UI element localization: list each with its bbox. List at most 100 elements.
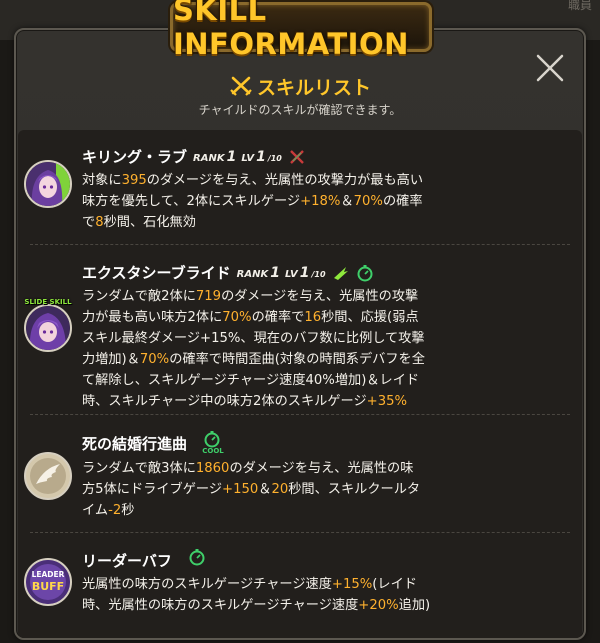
skill-name-row: リーダーバフ — [82, 548, 206, 571]
skill-description: 対象に395のダメージを与え、光属性の攻撃力が最も高い 味方を優先して、2体にスキ… — [82, 170, 474, 233]
highlight-value: 8 — [95, 215, 104, 230]
rank-label: RANK — [193, 152, 225, 164]
highlight-value: 1860 — [195, 461, 230, 476]
stopwatch-icon — [357, 264, 373, 281]
skill-description: ランダムで敵2体に719のダメージを与え、光属性の攻撃 力が最も高い味方2体に70… — [82, 286, 474, 412]
skill-name: キリング・ラブ — [82, 148, 188, 166]
highlight-value: -2 — [108, 503, 122, 518]
divider — [30, 244, 570, 245]
description-line: 時、スキルチャージ中の味方2体のスキルゲージ+35% — [82, 391, 474, 412]
slide-skill-badge: SLIDE SKILL — [24, 298, 72, 306]
description-text: 光属性の味方のスキルゲージチャージ速度 — [82, 577, 332, 592]
skill-icon-wing — [24, 452, 72, 500]
description-line: 力増加)＆70%の確率で時間歪曲(対象の時間系デバフを全 — [82, 349, 474, 370]
description-line: て解除し、スキルゲージチャージ速度40%増加)＆レイド — [82, 370, 474, 391]
rank-label: RANK — [236, 268, 269, 280]
description-line: ランダムで敵2体に719のダメージを与え、光属性の攻撃 — [82, 286, 474, 307]
highlight-value: 70% — [353, 194, 383, 209]
description-text: 時、スキルチャージ中の味方2体のスキルゲージ — [82, 394, 367, 409]
highlight-value: +150 — [222, 482, 259, 497]
highlight-value: 20 — [271, 482, 289, 497]
description-line: スキル最終ダメージ+15%、現在のバフ数に比例して攻撃 — [82, 328, 474, 349]
cool-label: COOL — [202, 447, 224, 455]
description-text: で — [82, 215, 96, 230]
description-text: 追加) — [398, 598, 431, 613]
description-text: 秒間、石化無効 — [103, 215, 196, 230]
rank-level: RANK 1 LV 1 /10 — [193, 149, 282, 165]
description-text: 力増加)＆ — [82, 352, 140, 367]
lv-label: LV — [241, 152, 255, 164]
description-line: 時、光属性の味方のスキルゲージチャージ速度+20%追加) — [82, 595, 474, 616]
skill-item[interactable]: SLIDE SKILL エクスタシーブライド RANK 1 LV 1 /10 ラ… — [18, 246, 582, 412]
description-text: 秒 — [121, 503, 135, 518]
section-title: スキルリスト — [256, 76, 371, 99]
rank-level: RANK 1 LV 1 /10 — [237, 265, 326, 281]
lv-value: 1 — [299, 264, 310, 281]
description-text: ＆ — [258, 482, 272, 497]
section-subtitle: チャイルドのスキルが確認できます。 — [198, 103, 402, 117]
skill-item[interactable]: 死の結婚行進曲 COOL ランダムで敵3体に1860のダメージを与え、光属性の味… — [18, 418, 582, 530]
crossed-swords-icon — [230, 76, 252, 96]
description-text: 方5体にドライブゲージ — [82, 482, 223, 497]
skill-list[interactable]: キリング・ラブ RANK 1 LV 1 /10 対象に395のダメージを与え、光… — [18, 130, 582, 638]
description-text: イム — [82, 503, 109, 518]
stopwatch-icon — [189, 548, 205, 565]
highlight-value: +18% — [300, 194, 341, 209]
skill-name: 死の結婚行進曲 — [82, 434, 188, 453]
highlight-value: 70% — [139, 352, 170, 367]
corner-text: 職員 — [567, 0, 592, 12]
buff-label: BUFF — [31, 580, 65, 593]
description-text: のダメージを与え、光属性の味 — [229, 461, 414, 476]
description-text: 対象に — [82, 173, 122, 188]
skill-name-row: エクスタシーブライド RANK 1 LV 1 /10 — [82, 262, 374, 283]
leader-buff-icon: LEADER BUFF — [24, 558, 72, 606]
description-text: ランダムで敵2体に — [82, 289, 196, 304]
highlight-value: 70% — [222, 310, 252, 325]
description-line: 方5体にドライブゲージ+150＆20秒間、スキルクールタ — [82, 479, 474, 500]
highlight-value: +35% — [366, 394, 408, 409]
description-text: スキル最終ダメージ+15%、現在のバフ数に比例して攻撃 — [82, 331, 425, 346]
highlight-value: +15% — [331, 577, 373, 592]
highlight-value: 16 — [304, 310, 322, 325]
skill-name-row: キリング・ラブ RANK 1 LV 1 /10 — [82, 146, 306, 167]
description-line: イム-2秒 — [82, 500, 474, 521]
leader-label: LEADER — [31, 570, 65, 579]
description-text: 時、光属性の味方のスキルゲージチャージ速度 — [82, 598, 359, 613]
description-text: 味方を優先して、2体にスキルゲージ — [82, 194, 301, 209]
wing-arrow-icon — [333, 266, 348, 280]
lv-max: /10 — [267, 153, 282, 163]
highlight-value: 719 — [195, 289, 222, 304]
divider — [30, 414, 570, 415]
description-text: の確率で — [251, 310, 305, 325]
description-text: のダメージを与え、光属性の攻撃 — [221, 289, 419, 304]
description-text: ランダムで敵3体に — [82, 461, 196, 476]
skill-name: エクスタシーブライド — [82, 264, 231, 282]
highlight-value: +20% — [358, 598, 399, 613]
crossed-swords-icon — [290, 149, 304, 164]
description-line: 光属性の味方のスキルゲージチャージ速度+15%(レイド — [82, 574, 474, 595]
description-text: 秒間、応援(弱点 — [321, 310, 419, 325]
skill-description: 光属性の味方のスキルゲージチャージ速度+15%(レイド 時、光属性の味方のスキルゲ… — [82, 574, 474, 616]
description-text: の確率 — [382, 194, 423, 209]
description-line: で8秒間、石化無効 — [82, 212, 474, 233]
description-text: の確率で時間歪曲(対象の時間系デバフを全 — [169, 352, 425, 367]
lv-label: LV — [284, 268, 298, 280]
header-badge: SKILL INFORMATION — [170, 0, 432, 61]
description-line: 力が最も高い味方2体に70%の確率で16秒間、応援(弱点 — [82, 307, 474, 328]
rank-value: 1 — [226, 148, 237, 165]
skill-item[interactable]: キリング・ラブ RANK 1 LV 1 /10 対象に395のダメージを与え、光… — [18, 130, 582, 242]
header-title: SKILL INFORMATION — [173, 0, 409, 61]
skill-description: ランダムで敵3体に1860のダメージを与え、光属性の味 方5体にドライブゲージ+1… — [82, 458, 474, 521]
skill-name-row: 死の結婚行進曲 COOL — [82, 431, 224, 455]
description-line: ランダムで敵3体に1860のダメージを与え、光属性の味 — [82, 458, 474, 479]
lv-value: 1 — [256, 148, 266, 165]
description-text: 力が最も高い味方2体に — [82, 310, 223, 325]
skill-name: リーダーバフ — [82, 552, 172, 570]
description-line: 味方を優先して、2体にスキルゲージ+18%＆70%の確率 — [82, 191, 474, 212]
skill-icon-portrait — [24, 160, 72, 208]
description-text: のダメージを与え、光属性の攻撃力が最も高い — [146, 173, 424, 188]
description-text: (レイド — [372, 577, 417, 592]
skill-item[interactable]: LEADER BUFF リーダーバフ 光属性の味方のスキルゲージチャージ速度+1… — [18, 536, 582, 638]
description-line: 対象に395のダメージを与え、光属性の攻撃力が最も高い — [82, 170, 474, 191]
section-title-row: スキルリスト — [0, 72, 600, 100]
